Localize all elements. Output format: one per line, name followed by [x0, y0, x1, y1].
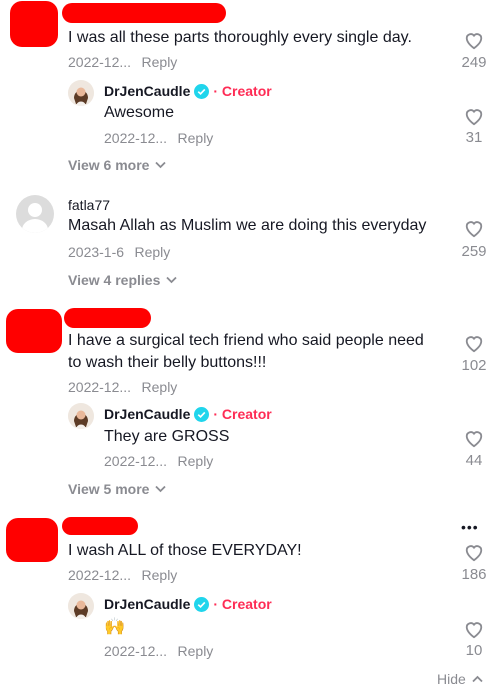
redacted-username — [62, 517, 138, 535]
comment-meta: 2022-12... Reply — [68, 567, 177, 585]
creator-username[interactable]: DrJenCaudle — [104, 83, 190, 99]
view-more-label: View 5 more — [68, 481, 150, 497]
comment-text-line1: I have a surgical tech friend who said p… — [68, 332, 424, 349]
like-count: 44 — [465, 452, 483, 469]
more-options-icon[interactable]: ••• — [461, 519, 479, 535]
creator-username[interactable]: DrJenCaudle — [104, 596, 190, 612]
creator-username[interactable]: DrJenCaudle — [104, 406, 190, 422]
creator-avatar — [68, 593, 94, 619]
like-count: 249 — [461, 54, 487, 71]
verified-icon — [194, 406, 210, 422]
view-replies-button[interactable]: View 4 replies — [68, 272, 177, 288]
comment-meta: 2023-1-6 Reply — [68, 244, 170, 262]
verified-icon — [194, 83, 210, 99]
heart-icon[interactable] — [463, 542, 485, 562]
reply-date: 2022-12... — [104, 453, 168, 469]
user-avatar[interactable] — [16, 195, 54, 233]
reply-meta: 2022-12... Reply — [104, 643, 213, 661]
verified-icon — [194, 596, 210, 612]
heart-icon[interactable] — [463, 619, 485, 639]
creator-header: DrJenCaudle · Creator — [104, 406, 272, 422]
creator-badge: · Creator — [213, 596, 272, 612]
comment-text: I wash ALL of those EVERYDAY! — [68, 542, 302, 559]
raising-hands-emoji: 🙌 — [104, 617, 126, 636]
like-count: 31 — [465, 129, 483, 146]
redacted-avatar — [6, 518, 58, 562]
creator-avatar — [68, 80, 94, 106]
heart-icon[interactable] — [463, 428, 485, 448]
hide-replies-button[interactable]: Hide — [437, 671, 483, 687]
reply-button[interactable]: Reply — [142, 379, 178, 395]
creator-badge: · Creator — [213, 83, 272, 99]
chevron-up-icon — [472, 675, 483, 683]
comment-text-line2: to wash their belly buttons!!! — [68, 354, 267, 371]
comment-username[interactable]: fatla77 — [68, 197, 110, 213]
heart-icon[interactable] — [463, 106, 485, 126]
redacted-username — [62, 3, 226, 23]
comment-meta: 2022-12... Reply — [68, 54, 177, 72]
creator-badge: · Creator — [213, 406, 272, 422]
heart-icon[interactable] — [463, 218, 485, 238]
like-count: 186 — [461, 566, 487, 583]
view-replies-label: View 4 replies — [68, 272, 161, 288]
reply-button[interactable]: Reply — [178, 453, 214, 469]
view-more-label: View 6 more — [68, 157, 150, 173]
hide-label: Hide — [437, 671, 466, 687]
view-more-button[interactable]: View 5 more — [68, 481, 167, 497]
like-count: 102 — [461, 357, 487, 374]
reply-text: Awesome — [104, 104, 174, 121]
chevron-down-icon — [166, 276, 177, 284]
like-count: 10 — [465, 642, 483, 659]
reply-meta: 2022-12... Reply — [104, 130, 213, 148]
reply-meta: 2022-12... Reply — [104, 453, 213, 471]
reply-date: 2022-12... — [104, 643, 168, 659]
redacted-username — [64, 308, 151, 328]
reply-date: 2022-12... — [104, 130, 168, 146]
reply-text: They are GROSS — [104, 428, 230, 445]
redacted-avatar — [6, 309, 62, 353]
view-more-button[interactable]: View 6 more — [68, 157, 167, 173]
comment-date: 2022-12... — [68, 379, 132, 395]
reply-button[interactable]: Reply — [178, 643, 214, 659]
chevron-down-icon — [155, 485, 167, 493]
creator-avatar — [68, 403, 94, 429]
reply-button[interactable]: Reply — [142, 54, 178, 70]
comment-meta: 2022-12... Reply — [68, 379, 177, 397]
comment-date: 2023-1-6 — [68, 244, 125, 260]
comment-text: I was all these parts thoroughly every s… — [68, 29, 412, 46]
comment-text: Masah Allah as Muslim we are doing this … — [68, 217, 427, 234]
reply-button[interactable]: Reply — [142, 567, 178, 583]
heart-icon[interactable] — [463, 333, 485, 353]
reply-button[interactable]: Reply — [178, 130, 214, 146]
comment-date: 2022-12... — [68, 54, 132, 70]
redacted-avatar — [10, 1, 58, 47]
creator-header: DrJenCaudle · Creator — [104, 83, 272, 99]
heart-icon[interactable] — [463, 30, 485, 50]
creator-header: DrJenCaudle · Creator — [104, 596, 272, 612]
comment-date: 2022-12... — [68, 567, 132, 583]
chevron-down-icon — [155, 161, 167, 169]
like-count: 259 — [461, 243, 487, 260]
reply-button[interactable]: Reply — [135, 244, 171, 260]
